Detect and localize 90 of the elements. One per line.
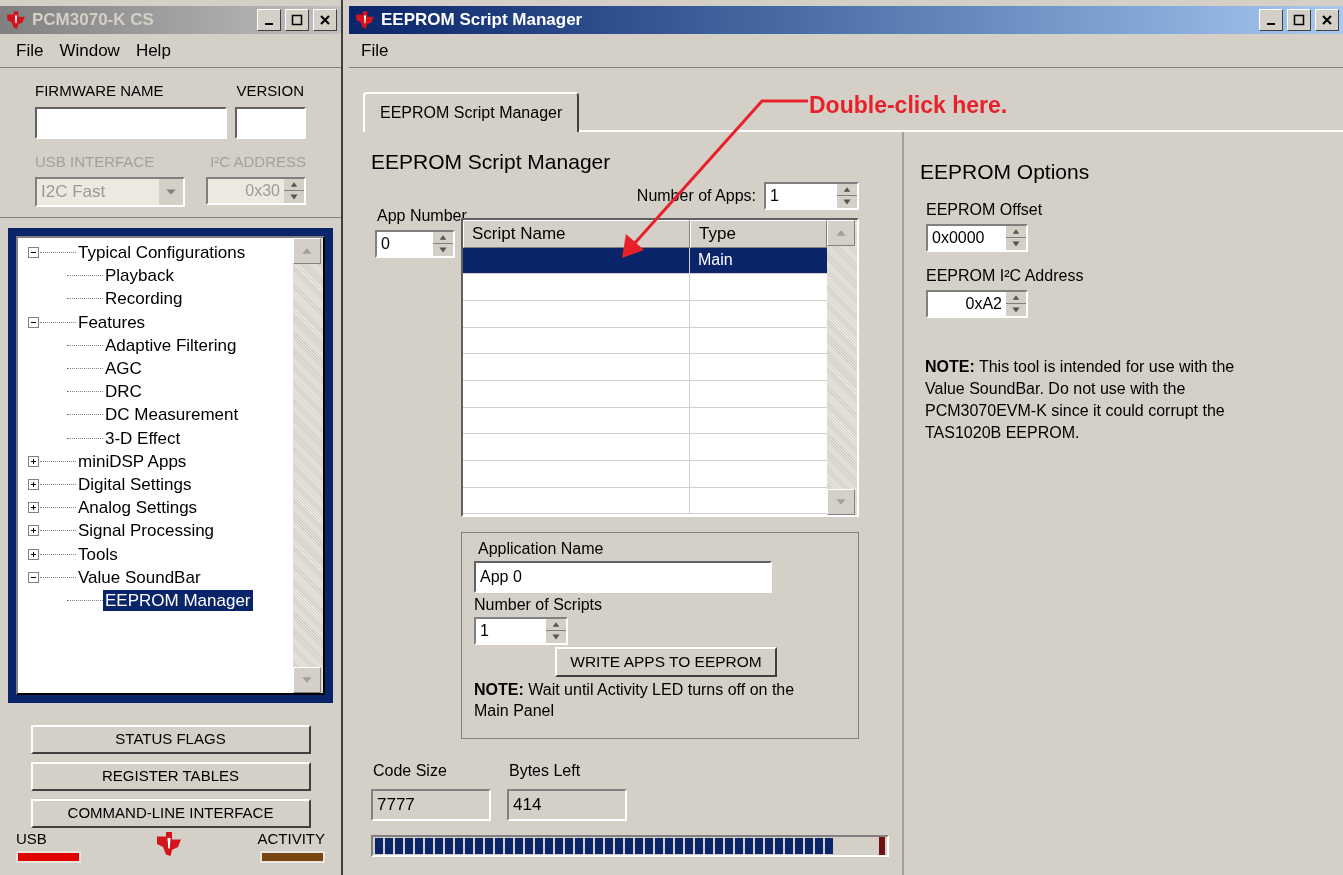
panel-button[interactable]: REGISTER TABLES bbox=[30, 762, 311, 791]
menu-item[interactable]: Window bbox=[59, 37, 120, 64]
spin-value: 0x30 bbox=[244, 181, 281, 201]
tab[interactable]: EEPROM Script Manager bbox=[363, 92, 580, 132]
code-size-field: 7777 bbox=[371, 788, 491, 821]
field-label: VERSION bbox=[236, 81, 304, 101]
window-title: EEPROM Script Manager bbox=[381, 9, 584, 32]
write-apps-button[interactable]: WRITE APPS TO EEPROM bbox=[555, 646, 777, 677]
scrollbar[interactable] bbox=[827, 219, 857, 515]
application-name-field[interactable]: App 0 bbox=[474, 560, 772, 593]
maximize-icon bbox=[291, 14, 303, 26]
tree-item[interactable]: AGC bbox=[103, 358, 144, 380]
spin-value: 1 bbox=[479, 620, 490, 641]
panel-button[interactable]: COMMAND-LINE INTERFACE bbox=[30, 799, 311, 828]
expand-icon[interactable] bbox=[27, 455, 39, 467]
collapse-icon[interactable] bbox=[27, 247, 39, 259]
close-button[interactable] bbox=[1315, 9, 1339, 31]
eeprom-address-spinner[interactable]: 0xA2 bbox=[926, 289, 1028, 318]
minimize-icon bbox=[1267, 23, 1275, 25]
tree-item[interactable]: Recording bbox=[103, 288, 185, 310]
panel-button[interactable]: STATUS FLAGS bbox=[30, 725, 311, 754]
maximize-button[interactable] bbox=[285, 9, 309, 31]
expand-icon[interactable] bbox=[27, 502, 39, 514]
close-button[interactable] bbox=[313, 9, 337, 31]
led-label: ACTIVITY bbox=[257, 829, 325, 849]
tree-item[interactable]: EEPROM Manager bbox=[103, 589, 253, 611]
menu-item[interactable]: File bbox=[361, 37, 389, 64]
tree-item[interactable]: miniDSP Apps bbox=[76, 450, 189, 472]
tree-item[interactable]: 3-D Effect bbox=[103, 427, 183, 449]
field-label: EEPROM I²C Address bbox=[926, 265, 1085, 286]
tree-item[interactable]: Signal Processing bbox=[76, 520, 217, 542]
field-label: Number of Scripts bbox=[474, 594, 604, 615]
led-label: USB bbox=[16, 829, 47, 849]
annotation-text: Double-click here. bbox=[809, 91, 1008, 120]
eeprom-offset-spinner[interactable]: 0x0000 bbox=[926, 223, 1028, 252]
column-header[interactable]: Script Name bbox=[463, 219, 690, 248]
minimize-button[interactable] bbox=[257, 9, 281, 31]
collapse-icon[interactable] bbox=[27, 316, 39, 328]
expand-icon[interactable] bbox=[27, 478, 39, 490]
scrollbar[interactable] bbox=[293, 238, 323, 693]
menu-item[interactable]: Help bbox=[135, 37, 171, 64]
minimize-button[interactable] bbox=[1259, 9, 1283, 31]
tree-item[interactable]: DC Measurement bbox=[103, 404, 241, 426]
firmware-name-field[interactable] bbox=[35, 106, 227, 139]
version-field[interactable] bbox=[234, 106, 306, 139]
tree-item[interactable]: Analog Settings bbox=[76, 497, 200, 519]
section-heading: EEPROM Script Manager bbox=[371, 150, 611, 173]
field-label: Bytes Left bbox=[509, 760, 582, 781]
tree-item[interactable]: Tools bbox=[76, 543, 120, 565]
close-icon bbox=[1321, 14, 1333, 26]
app-number-spinner[interactable]: 0 bbox=[375, 229, 455, 258]
note-text: NOTE: This tool is intended for use with the Value SoundBar. Do not use with the PCM3070EVM-K since it could corrupt the TAS1020B EEPROM. bbox=[925, 356, 1236, 443]
field-label: Code Size bbox=[373, 760, 448, 781]
tree-item[interactable]: Typical Configurations bbox=[76, 242, 248, 264]
menu-item[interactable]: File bbox=[16, 37, 44, 64]
tree-item[interactable]: Digital Settings bbox=[76, 473, 194, 495]
expand-icon[interactable] bbox=[27, 525, 39, 537]
spin-value: 1 bbox=[769, 185, 780, 206]
maximize-button[interactable] bbox=[1287, 9, 1311, 31]
spin-value: 0 bbox=[380, 233, 391, 254]
minimize-icon bbox=[265, 23, 273, 25]
section-heading: EEPROM Options bbox=[920, 159, 1091, 185]
bytes-left-field: 414 bbox=[507, 788, 627, 821]
close-icon bbox=[319, 14, 331, 26]
tree-item[interactable]: Value SoundBar bbox=[76, 566, 203, 588]
tree-item[interactable]: DRC bbox=[103, 381, 144, 403]
scroll-up-icon[interactable] bbox=[827, 219, 855, 246]
scroll-down-icon[interactable] bbox=[827, 488, 855, 515]
maximize-icon bbox=[1293, 14, 1305, 26]
spin-value: 0xA2 bbox=[964, 293, 1003, 314]
tree-item[interactable]: Features bbox=[76, 311, 148, 333]
tree-item[interactable]: Adaptive Filtering bbox=[103, 334, 239, 356]
dropdown-value: I2C Fast bbox=[40, 181, 107, 203]
progress-end-marker bbox=[879, 836, 885, 855]
table-cell-text: Main bbox=[697, 249, 734, 270]
collapse-icon[interactable] bbox=[27, 571, 39, 583]
number-of-apps-spinner[interactable]: 1 bbox=[764, 181, 859, 210]
scroll-up-icon[interactable] bbox=[293, 238, 321, 264]
spin-value: 0x0000 bbox=[931, 227, 986, 248]
tree-item[interactable]: Playback bbox=[103, 265, 176, 287]
window-title: PCM3070-K CS bbox=[32, 9, 155, 32]
column-header[interactable]: Type bbox=[690, 219, 827, 248]
table-row[interactable]: Main bbox=[463, 247, 827, 275]
note-text: NOTE: Wait until Activity LED turns off on the Main Panel bbox=[474, 679, 796, 721]
number-of-scripts-spinner[interactable]: 1 bbox=[474, 616, 568, 645]
field-label: FIRMWARE NAME bbox=[35, 81, 164, 101]
expand-icon[interactable] bbox=[27, 548, 39, 560]
scroll-down-icon[interactable] bbox=[293, 667, 321, 693]
field-label: Application Name bbox=[478, 538, 605, 559]
field-label: EEPROM Offset bbox=[926, 199, 1044, 220]
